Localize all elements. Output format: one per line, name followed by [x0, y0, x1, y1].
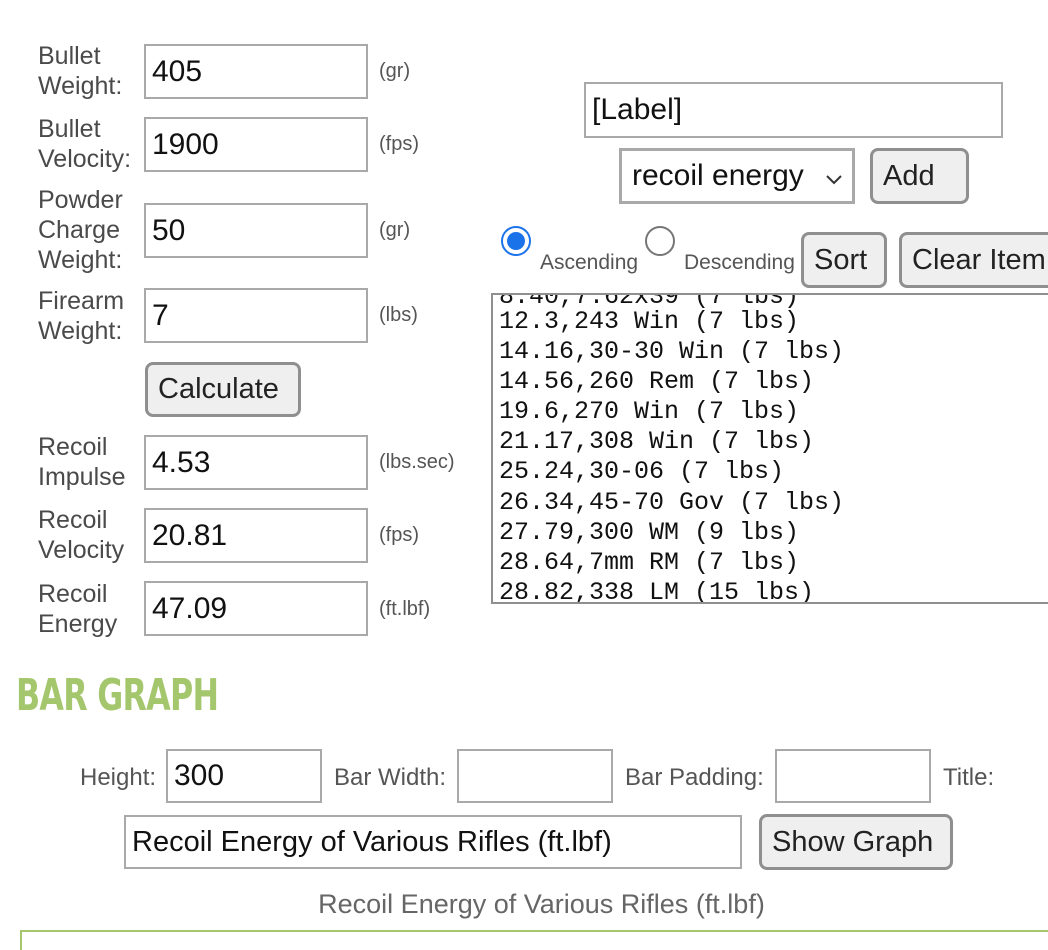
recoil-impulse-label: Recoil Impulse	[38, 432, 126, 492]
list-item[interactable]: 21.17,308 Win (7 lbs)	[499, 427, 814, 457]
recoil-energy-label-line1: Recoil	[38, 580, 108, 608]
bar-padding-input[interactable]	[775, 749, 931, 803]
recoil-impulse-label-line1: Recoil	[38, 433, 108, 461]
firearm-weight-label-line2: Weight:	[38, 317, 123, 345]
recoil-velocity-unit: (fps)	[379, 524, 419, 546]
recoil-velocity-label: Recoil Velocity	[38, 505, 124, 565]
recoil-energy-output[interactable]	[144, 581, 368, 636]
metric-select[interactable]: recoil energy	[619, 148, 855, 204]
bullet-velocity-unit: (fps)	[379, 133, 419, 155]
list-item[interactable]: 14.16,30-30 Win (7 lbs)	[499, 337, 844, 367]
add-button[interactable]: Add	[870, 148, 969, 204]
powder-charge-weight-label: Powder Charge Weight:	[38, 185, 123, 275]
list-item[interactable]: 25.24,30-06 (7 lbs)	[499, 457, 784, 487]
bullet-velocity-label: Bullet Velocity:	[38, 114, 131, 174]
calculate-button[interactable]: Calculate	[145, 362, 301, 417]
list-item[interactable]: 14.56,260 Rem (7 lbs)	[499, 367, 814, 397]
bullet-weight-label: Bullet Weight:	[38, 41, 122, 101]
sort-button[interactable]: Sort	[801, 232, 887, 288]
recoil-impulse-unit: (lbs.sec)	[379, 451, 455, 473]
clear-items-button[interactable]: Clear Item	[899, 232, 1048, 288]
metric-select-value: recoil energy	[632, 159, 804, 192]
ascending-label: Ascending	[540, 251, 639, 274]
recoil-energy-label-line2: Energy	[38, 610, 118, 638]
firearm-weight-label: Firearm Weight:	[38, 286, 124, 346]
powder-charge-label-line1: Powder	[38, 186, 123, 214]
graph-title: Recoil Energy of Various Rifles (ft.lbf)	[318, 889, 765, 919]
list-item[interactable]: 12.3,243 Win (7 lbs)	[499, 307, 799, 337]
powder-charge-label-line3: Weight:	[38, 246, 123, 274]
firearm-weight-label-line1: Firearm	[38, 287, 125, 315]
firearm-weight-input[interactable]	[144, 288, 368, 343]
recoil-velocity-label-line1: Recoil	[38, 506, 108, 534]
bar-graph-heading: BAR GRAPH	[16, 670, 219, 721]
bar-padding-label: Bar Padding:	[625, 764, 764, 791]
bullet-velocity-label-line2: Velocity:	[38, 145, 132, 173]
recoil-velocity-label-line2: Velocity	[38, 536, 125, 564]
bullet-weight-label-line2: Weight:	[38, 72, 123, 100]
graph-frame	[20, 930, 1048, 950]
recoil-velocity-output[interactable]	[144, 508, 368, 563]
graph-title-input[interactable]	[124, 815, 742, 869]
powder-charge-weight-input[interactable]	[144, 203, 368, 258]
bullet-weight-unit: (gr)	[379, 60, 411, 82]
bullet-weight-label-line1: Bullet	[38, 42, 101, 70]
chevron-down-icon	[826, 159, 842, 193]
bullet-velocity-label-line1: Bullet	[38, 115, 101, 143]
list-item[interactable]: 26.34,45-70 Gov (7 lbs)	[499, 488, 844, 518]
label-input[interactable]	[584, 82, 1003, 138]
title-label: Title:	[943, 764, 995, 791]
bar-width-input[interactable]	[457, 749, 613, 803]
descending-label: Descending	[684, 251, 795, 274]
powder-charge-weight-unit: (gr)	[379, 219, 411, 241]
descending-radio[interactable]	[645, 226, 675, 256]
powder-charge-label-line2: Charge	[38, 216, 120, 244]
list-item[interactable]: 28.82,338 LM (15 lbs)	[499, 578, 814, 602]
items-listbox[interactable]: 8.40,7.62x39 (7 lbs) 12.3,243 Win (7 lbs…	[491, 293, 1048, 604]
recoil-energy-label: Recoil Energy	[38, 579, 117, 639]
height-input[interactable]	[166, 749, 322, 803]
recoil-impulse-output[interactable]	[144, 435, 368, 490]
list-item[interactable]: 27.79,300 WM (9 lbs)	[499, 518, 799, 548]
bar-width-label: Bar Width:	[334, 764, 447, 791]
firearm-weight-unit: (lbs)	[379, 304, 418, 326]
recoil-energy-unit: (ft.lbf)	[379, 598, 431, 620]
recoil-impulse-label-line2: Impulse	[38, 463, 126, 491]
list-item[interactable]: 19.6,270 Win (7 lbs)	[499, 397, 799, 427]
show-graph-button[interactable]: Show Graph	[759, 814, 953, 870]
height-label: Height:	[80, 764, 157, 791]
bullet-weight-input[interactable]	[144, 44, 368, 99]
ascending-radio[interactable]	[501, 226, 531, 256]
list-item[interactable]: 28.64,7mm RM (7 lbs)	[499, 548, 799, 578]
bullet-velocity-input[interactable]	[144, 117, 368, 172]
